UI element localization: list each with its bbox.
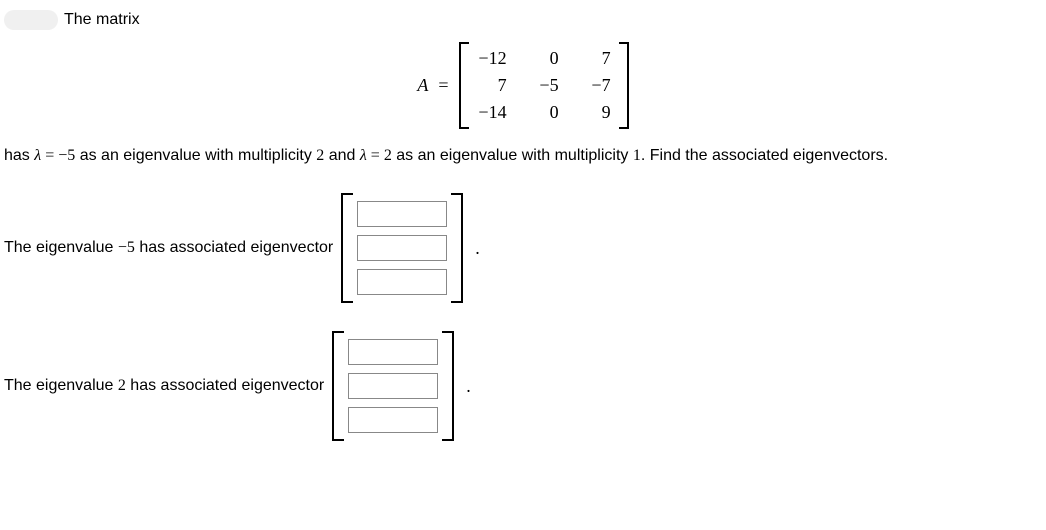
matrix-cells: −12 0 7 7 −5 −7 −14 0 9: [467, 42, 621, 129]
matrix-cell: −7: [581, 75, 611, 96]
matrix-cell: 7: [581, 48, 611, 69]
answer-label-2: The eigenvalue 2 has associated eigenvec…: [4, 377, 324, 395]
eigenvalue: 2: [118, 377, 126, 394]
matrix-cell: −14: [477, 102, 507, 123]
vector-bracket-2: [332, 331, 454, 441]
eigenvector-1-input-1[interactable]: [357, 201, 447, 227]
matrix-cell: −5: [529, 75, 559, 96]
eigenvalue-2: 2: [384, 147, 392, 164]
matrix-cell: 9: [581, 102, 611, 123]
lambda: λ: [360, 147, 367, 164]
answer-row-1: The eigenvalue −5 has associated eigenve…: [4, 193, 1042, 303]
matrix-cell: −12: [477, 48, 507, 69]
eigenvalue-1: −5: [58, 147, 75, 164]
text: The eigenvalue: [4, 377, 118, 394]
problem-statement: has λ = −5 as an eigenvalue with multipl…: [4, 147, 1042, 165]
intro-text: The matrix: [64, 11, 140, 29]
text: has associated eigenvector: [126, 377, 324, 394]
period: .: [475, 238, 480, 259]
vector-bracket-1: [341, 193, 463, 303]
text: =: [367, 147, 384, 164]
eigenvalue: −5: [118, 239, 135, 256]
matrix-cell: 7: [477, 75, 507, 96]
matrix-display: A = −12 0 7 7 −5 −7 −14 0 9: [4, 42, 1042, 129]
eigenvector-2-input-3[interactable]: [348, 407, 438, 433]
text: The eigenvalue: [4, 239, 118, 256]
text: =: [41, 147, 58, 164]
text: has: [4, 147, 34, 164]
eigenvector-1-input-2[interactable]: [357, 235, 447, 261]
text: and: [324, 147, 360, 164]
matrix-cell: 0: [529, 102, 559, 123]
intro-line: The matrix: [4, 10, 1042, 30]
period: .: [466, 376, 471, 397]
badge-placeholder: [4, 10, 58, 30]
multiplicity-2: 1: [633, 147, 641, 164]
eigenvector-2-input-1[interactable]: [348, 339, 438, 365]
answer-label-1: The eigenvalue −5 has associated eigenve…: [4, 239, 333, 257]
matrix-cell: 0: [529, 48, 559, 69]
text: . Find the associated eigenvectors.: [641, 147, 888, 164]
matrix-bracket: −12 0 7 7 −5 −7 −14 0 9: [459, 42, 629, 129]
text: as an eigenvalue with multiplicity: [75, 147, 316, 164]
text: has associated eigenvector: [135, 239, 333, 256]
answer-row-2: The eigenvalue 2 has associated eigenvec…: [4, 331, 1042, 441]
eigenvector-1-input-3[interactable]: [357, 269, 447, 295]
eigenvector-2-input-2[interactable]: [348, 373, 438, 399]
matrix-equals: =: [438, 75, 448, 96]
matrix-label: A: [417, 75, 428, 96]
text: as an eigenvalue with multiplicity: [392, 147, 633, 164]
